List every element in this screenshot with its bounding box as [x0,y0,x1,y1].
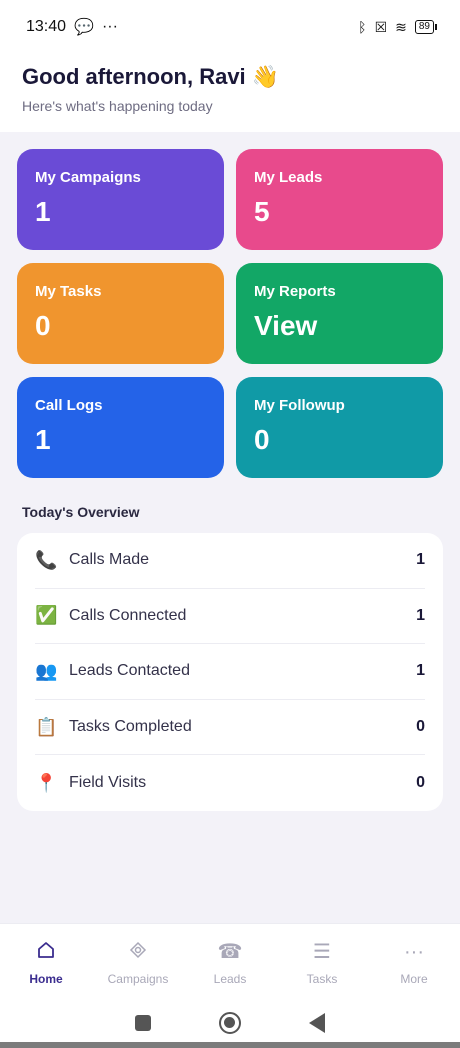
more-dots-icon: ··· [101,18,118,35]
nav-label: Tasks [306,972,338,986]
card-value: 0 [254,424,270,455]
overview-label: Calls Made [69,551,150,569]
card-my-campaigns[interactable]: My Campaigns 1 [17,149,224,250]
overview-title: Today's Overview [22,504,140,520]
recents-button[interactable] [135,1015,151,1031]
nav-label: More [400,972,428,986]
home-icon [36,940,56,964]
card-call-logs[interactable]: Call Logs 1 [17,377,224,478]
chat-bubble-icon: 💬 [74,19,94,36]
home-button[interactable] [219,1012,241,1034]
nav-label: Campaigns [107,972,169,986]
pin-icon: 📍 [35,772,58,793]
status-time: 13:40 [26,18,67,35]
bluetooth-icon: ᛒ [358,19,367,35]
status-bar: 13:40 💬 ··· ᛒ ☒ ≋ 89 [0,0,460,54]
card-my-tasks[interactable]: My Tasks 0 [17,263,224,364]
overview-card: 📞 Calls Made 1 ✅ Calls Connected 1 👥 Lea… [17,533,443,811]
nav-item-tasks[interactable]: ☰ Tasks [276,924,368,998]
wifi-icon: ≋ [395,18,407,35]
card-my-followup[interactable]: My Followup 0 [236,377,443,478]
nav-item-more[interactable]: ··· More [368,924,460,998]
overview-row-calls-made: 📞 Calls Made 1 [35,533,425,589]
overview-row-leads-contacted: 👥 Leads Contacted 1 [35,644,425,700]
sim-off-icon: ☒ [374,18,388,35]
overview-value: 1 [416,551,425,569]
card-title: My Reports [254,283,336,300]
card-title: My Tasks [35,283,102,300]
overview-row-calls-connected: ✅ Calls Connected 1 [35,589,425,645]
more-icon: ··· [404,941,424,963]
card-value: 1 [35,196,51,227]
clipboard-icon: 📋 [35,716,58,737]
overview-value: 0 [416,774,425,792]
phone-icon: ☎ [217,941,243,963]
overview-value: 0 [416,718,425,736]
list-icon: ☰ [313,941,331,963]
gesture-bar [0,1042,460,1048]
check-icon: ✅ [35,605,58,626]
nav-item-campaigns[interactable]: Campaigns [92,924,184,998]
overview-row-field-visits: 📍 Field Visits 0 [35,755,425,811]
card-value: 5 [254,196,270,227]
diamond-icon [128,940,148,964]
card-title: Call Logs [35,397,103,414]
overview-label: Tasks Completed [69,718,192,736]
nav-label: Leads [213,972,247,986]
overview-label: Calls Connected [69,606,187,624]
nav-item-home[interactable]: Home [0,924,92,998]
card-value: 0 [35,310,51,341]
greeting-subtitle: Here's what's happening today [22,98,213,114]
nav-item-leads[interactable]: ☎ Leads [184,924,276,998]
card-title: My Campaigns [35,169,141,186]
status-right: ᛒ ☒ ≋ 89 [358,18,438,36]
overview-label: Field Visits [69,774,147,792]
greeting-title: Good afternoon, Ravi 👋 [22,64,280,89]
card-my-reports[interactable]: My Reports View [236,263,443,364]
overview-value: 1 [416,606,425,624]
people-icon: 👥 [35,660,58,681]
phone-icon: 📞 [35,549,58,570]
card-title: My Followup [254,397,345,414]
card-value: View [254,310,318,341]
battery-icon: 89 [414,20,438,34]
card-my-leads[interactable]: My Leads 5 [236,149,443,250]
back-button[interactable] [309,1013,325,1033]
card-title: My Leads [254,169,323,186]
bottom-nav: Home Campaigns ☎ Leads ☰ Tasks ··· More [0,923,460,998]
nav-label: Home [29,972,63,986]
header: Good afternoon, Ravi 👋 Here's what's hap… [0,54,460,132]
status-left: 13:40 💬 ··· [26,17,118,37]
system-nav-bar [0,998,460,1048]
card-value: 1 [35,424,51,455]
overview-label: Leads Contacted [69,662,190,680]
overview-value: 1 [416,662,425,680]
overview-row-tasks-completed: 📋 Tasks Completed 0 [35,700,425,756]
